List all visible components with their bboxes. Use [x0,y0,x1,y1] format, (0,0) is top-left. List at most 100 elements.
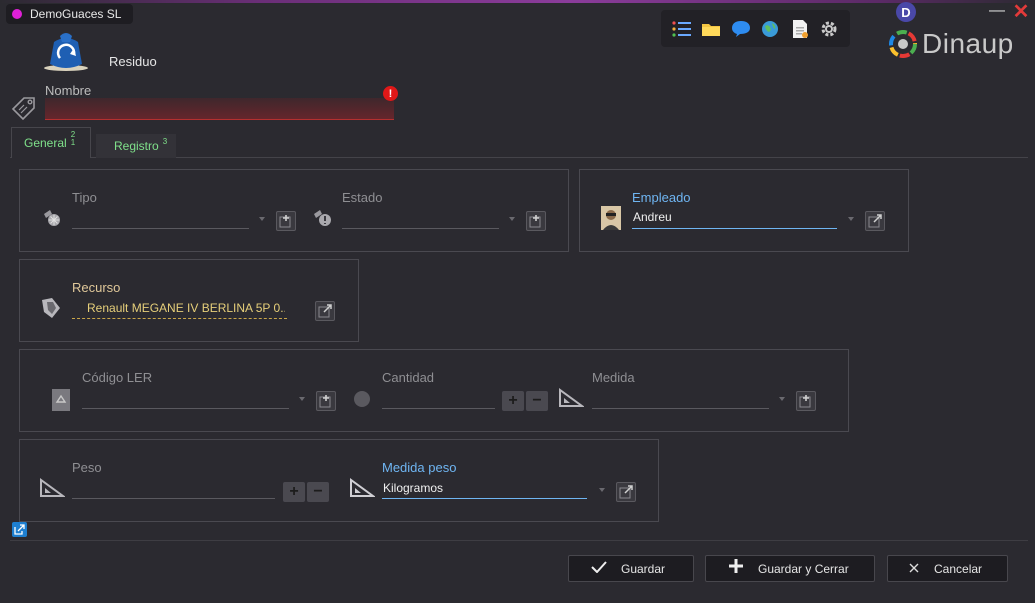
nombre-label: Nombre [45,83,92,98]
group-peso: Peso + − Medida peso Kilogramos [19,439,659,522]
peso-stepper[interactable]: + − [283,482,329,502]
company-color-dot [12,9,22,19]
cancel-button[interactable]: Cancelar [887,555,1008,582]
group-empleado: Empleado Andreu [579,169,909,252]
medida-input[interactable] [592,390,768,408]
external-link-icon [619,485,633,499]
company-name: DemoGuaces SL [30,7,122,21]
waste-bag-icon [44,33,88,71]
empleado-dropdown-icon[interactable] [848,217,854,221]
group-tipo-estado: Tipo Estado [19,169,569,252]
empleado-input[interactable]: Andreu [633,210,836,228]
cantidad-increment-button[interactable]: + [502,391,524,411]
group-recurso: Recurso Renault MEGANE IV BERLINA 5P 0..… [19,259,359,342]
module-title: Residuo [109,54,157,69]
codigo-ler-add-button[interactable] [316,391,336,411]
open-external-button[interactable] [12,522,27,537]
tab-general[interactable]: General 2 1 [11,127,91,158]
set-square-icon [350,478,375,497]
codigo-ler-input[interactable] [82,390,288,408]
company-chip[interactable]: DemoGuaces SL [6,4,134,24]
user-avatar[interactable]: D [896,2,916,22]
medida-add-button[interactable] [796,391,816,411]
tab-general-label: General [24,136,67,150]
external-link-icon [14,524,25,535]
peso-underline [72,498,275,499]
save-and-close-button[interactable]: Guardar y Cerrar [705,555,875,582]
add-icon [279,215,291,228]
medida-peso-underline [382,498,587,499]
estado-underline [342,228,499,229]
estado-icon [314,210,331,226]
empleado-open-button[interactable] [865,211,885,231]
tab-registro-count: 3 [162,137,168,146]
peso-decrement-button[interactable]: − [307,482,329,502]
save-label: Guardar [621,561,666,576]
dinaup-logo-icon [889,30,917,58]
cantidad-stepper[interactable]: + − [502,391,548,411]
error-icon: ! [383,86,398,101]
chat-icon[interactable] [730,18,752,40]
medida-peso-dropdown-icon[interactable] [599,488,605,492]
tipo-input[interactable] [72,210,248,228]
estado-label: Estado [342,190,383,205]
set-square-icon [559,388,584,407]
recurso-open-button[interactable] [315,301,335,321]
tab-general-count-bottom: 1 [70,138,76,147]
document-icon[interactable] [789,18,811,40]
estado-dropdown-icon[interactable] [509,217,515,221]
tab-general-counts: 2 1 [71,131,75,147]
medida-peso-input[interactable]: Kilogramos [383,481,585,499]
estado-input[interactable] [342,210,498,228]
codigo-ler-dropdown-icon[interactable] [299,397,305,401]
add-icon [529,215,541,228]
quantity-circle-icon [354,391,370,407]
nombre-input[interactable] [45,98,394,120]
plus-icon [724,558,748,579]
resource-icon [42,298,60,318]
globe-icon[interactable] [759,18,781,40]
list-icon[interactable] [671,18,693,40]
gear-icon[interactable] [818,18,840,40]
title-accent-bar [0,0,1035,3]
tipo-dropdown-icon[interactable] [259,217,265,221]
brand-name: Dinaup [922,28,1014,59]
add-icon [799,395,811,408]
set-square-icon [40,478,65,497]
folder-icon[interactable] [700,18,722,40]
tipo-underline [72,228,249,229]
external-link-icon [868,214,882,228]
medida-peso-label: Medida peso [382,460,457,475]
recurso-input[interactable]: Renault MEGANE IV BERLINA 5P 0... [87,301,285,319]
peso-increment-button[interactable]: + [283,482,305,502]
cancel-label: Cancelar [934,561,983,576]
recycle-doc-icon [52,389,70,411]
peso-input[interactable] [72,480,274,498]
peso-label: Peso [72,460,102,475]
cantidad-underline [382,408,495,409]
tag-icon [11,97,35,121]
cancel-x-icon [902,560,926,578]
tipo-label: Tipo [72,190,97,205]
medida-label: Medida [592,370,635,385]
estado-add-button[interactable] [526,211,546,231]
medida-peso-open-button[interactable] [616,482,636,502]
cantidad-label: Cantidad [382,370,435,385]
codigo-ler-underline [82,408,289,409]
tipo-icon [44,210,60,226]
close-button[interactable]: ✕ [1012,2,1030,22]
tab-registro[interactable]: Registro 3 [96,134,176,158]
minimize-button[interactable]: — [989,3,1005,20]
save-button[interactable]: Guardar [568,555,694,582]
brand-logo: Dinaup [888,28,1014,60]
cantidad-input[interactable] [382,390,494,408]
quick-toolbar [661,10,850,47]
check-icon [587,560,611,578]
medida-dropdown-icon[interactable] [779,397,785,401]
external-link-icon [318,304,332,318]
medida-underline [592,408,769,409]
tipo-add-button[interactable] [276,211,296,231]
save-and-close-label: Guardar y Cerrar [758,561,849,576]
cantidad-decrement-button[interactable]: − [526,391,548,411]
recurso-label: Recurso [72,280,121,295]
